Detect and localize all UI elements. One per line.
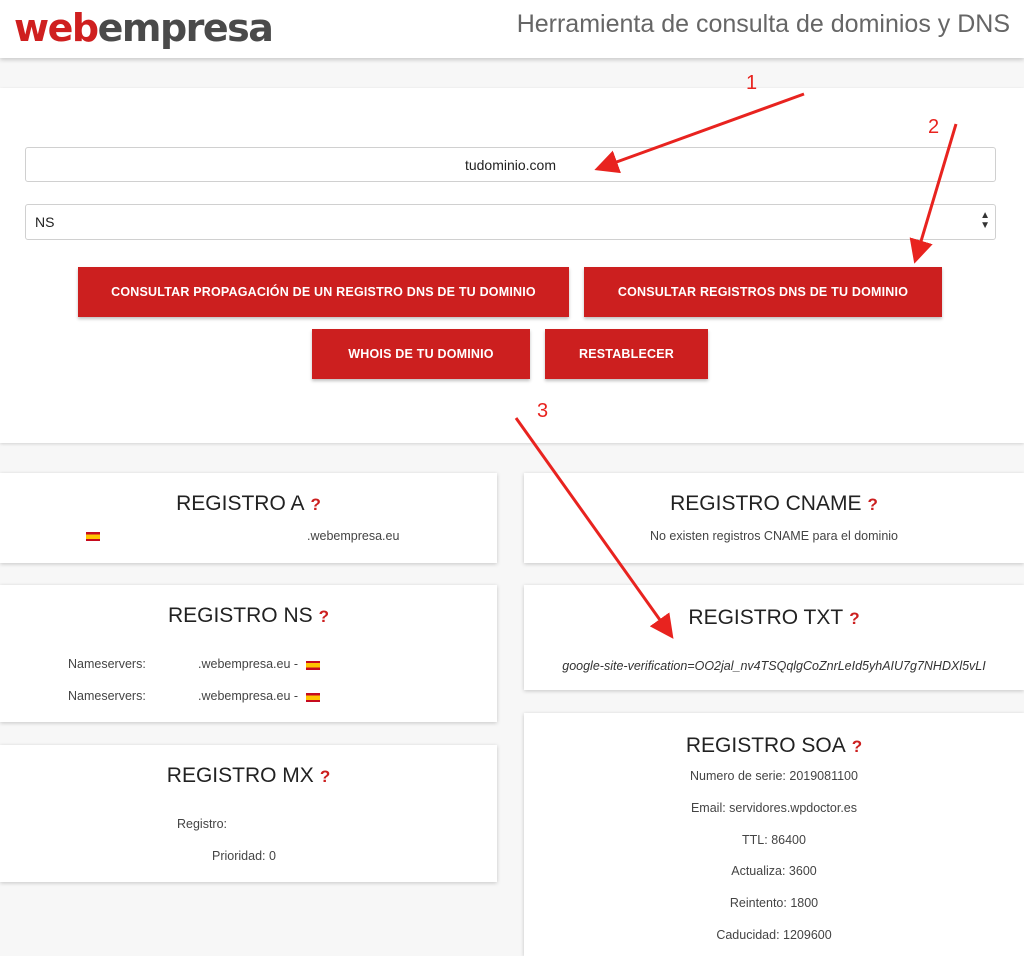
ns-value: .webempresa.eu - [198,689,299,703]
check-propagation-button[interactable]: CONSULTAR PROPAGACIÓN DE UN REGISTRO DNS… [78,267,569,317]
annotation-number-1: 1 [746,72,758,94]
annotation-number-3: 3 [537,400,549,422]
help-icon[interactable]: ? [867,495,877,514]
reset-button[interactable]: RESTABLECER [545,329,708,379]
card-registro-ns: REGISTRO NS? Nameservers: .webempresa.eu… [0,585,497,722]
query-form-panel: NS ▲▼ CONSULTAR PROPAGACIÓN DE UN REGIST… [0,88,1024,443]
card-registro-a: REGISTRO A? .webempresa.eu [0,473,497,563]
record-type-value: NS [35,214,55,230]
card-title: REGISTRO TXT? [688,606,860,629]
soa-retry: Reintento: 1800 [729,896,819,910]
ns-label: Nameservers: [68,689,146,703]
mx-priority: Prioridad: 0 [212,849,276,863]
card-title: REGISTRO SOA? [685,734,863,757]
soa-ttl: TTL: 86400 [742,833,806,847]
soa-serial: Numero de serie: 2019081100 [690,769,858,783]
soa-email: Email: servidores.wpdoctor.es [690,801,858,815]
help-icon[interactable]: ? [849,609,859,628]
help-icon[interactable]: ? [310,495,320,514]
soa-expire: Caducidad: 1209600 [716,928,832,942]
card-title: REGISTRO CNAME? [670,492,878,515]
spain-flag-icon [306,661,320,670]
soa-refresh: Actualiza: 3600 [731,864,817,878]
help-icon[interactable]: ? [852,737,862,756]
card-title: REGISTRO MX? [166,764,331,787]
ns-value: .webempresa.eu - [198,657,299,671]
card-registro-soa: REGISTRO SOA? Numero de serie: 201908110… [524,713,1024,956]
a-record-host: .webempresa.eu [307,529,400,543]
txt-record-value: google-site-verification=OO2jal_nv4TSQql… [562,659,986,673]
record-type-select[interactable]: NS ▲ ▼ [25,204,996,240]
card-registro-mx: REGISTRO MX? Registro: Prioridad: 0 [0,745,497,882]
card-title: REGISTRO A? [176,492,321,515]
page-title: Herramienta de consulta de dominios y DN… [516,10,1010,38]
webempresa-logo[interactable]: webempresa [14,4,274,52]
domain-input[interactable] [25,147,996,182]
spain-flag-icon [306,693,320,702]
card-registro-cname: REGISTRO CNAME? No existen registros CNA… [524,473,1024,563]
help-icon[interactable]: ? [320,767,330,786]
spain-flag-icon [86,532,100,541]
whois-button[interactable]: WHOIS DE TU DOMINIO [312,329,530,379]
card-title: REGISTRO NS? [167,604,330,627]
check-dns-records-button[interactable]: CONSULTAR REGISTROS DNS DE TU DOMINIO [584,267,942,317]
page-header: webempresa Herramienta de consulta de do… [0,0,1024,58]
card-registro-txt: REGISTRO TXT? google-site-verification=O… [524,585,1024,690]
cname-message: No existen registros CNAME para el domin… [649,529,899,543]
help-icon[interactable]: ? [319,607,329,626]
annotation-number-2: 2 [928,116,940,138]
ns-label: Nameservers: [68,657,146,671]
mx-registro-label: Registro: [177,817,228,831]
select-arrows-icon: ▲ ▼ [980,210,990,231]
